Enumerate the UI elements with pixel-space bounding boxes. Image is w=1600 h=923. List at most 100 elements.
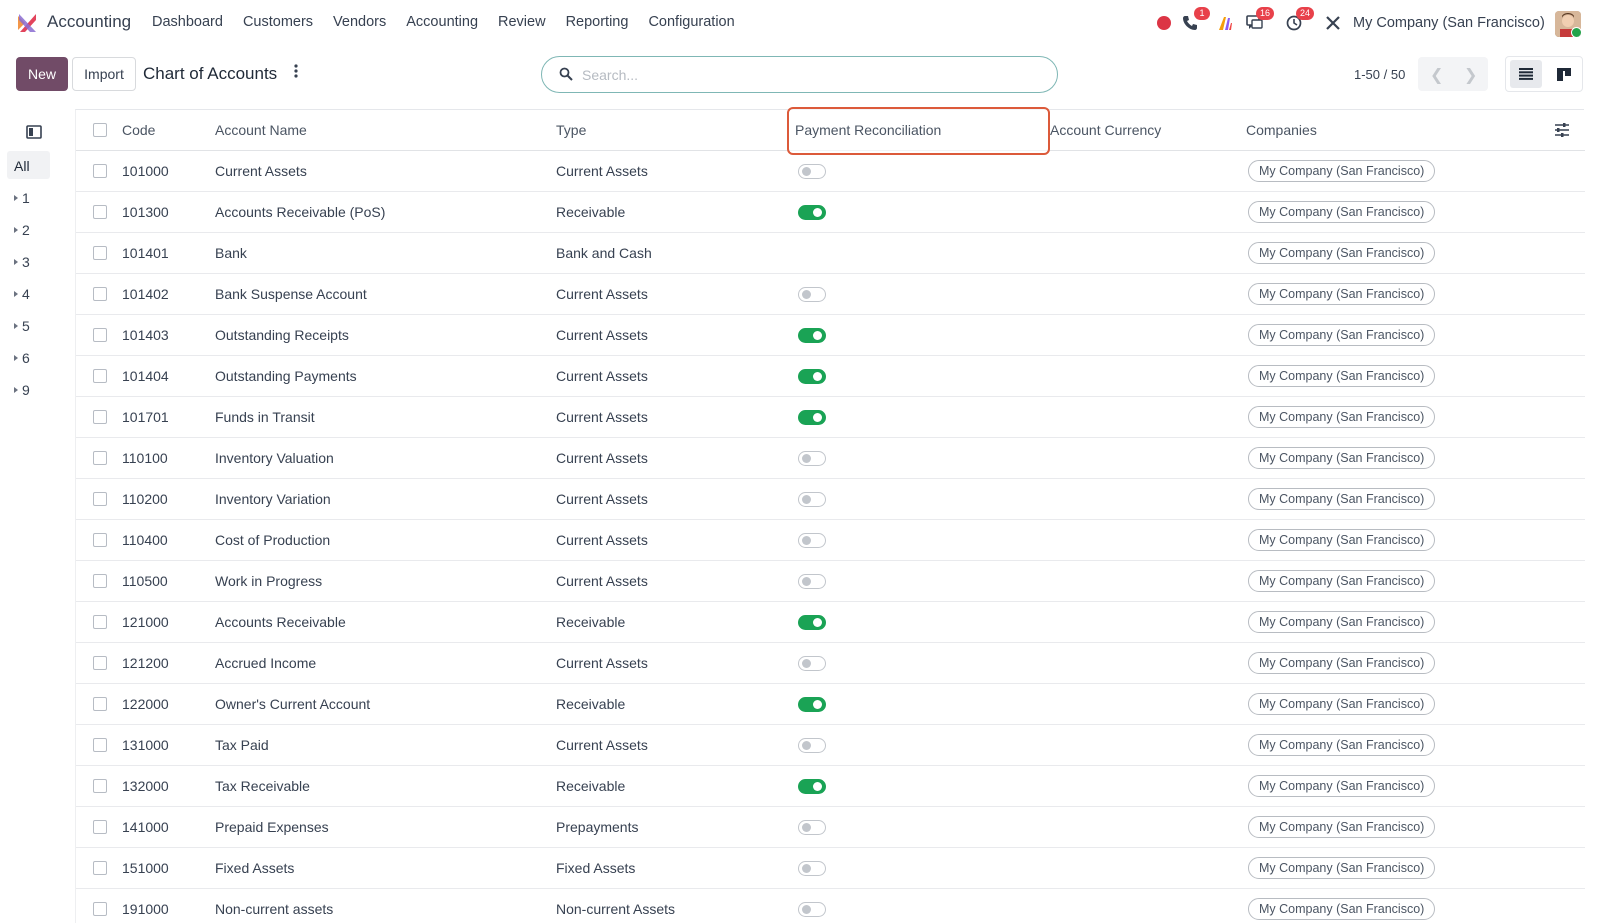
row-checkbox[interactable] xyxy=(93,533,107,547)
new-button[interactable]: New xyxy=(16,57,68,91)
company-switcher[interactable]: My Company (San Francisco) xyxy=(1353,15,1545,31)
reconcile-toggle[interactable] xyxy=(798,738,826,753)
row-checkbox[interactable] xyxy=(93,861,107,875)
pager-value[interactable]: 1-50 / 50 xyxy=(1354,67,1405,82)
table-row[interactable]: 151000 Fixed Assets Fixed Assets My Company… xyxy=(76,848,1585,889)
messages-icon[interactable]: 16 xyxy=(1244,7,1274,33)
reconcile-toggle[interactable] xyxy=(798,287,826,302)
side-panel-group[interactable]: 4 xyxy=(14,286,30,302)
side-panel-group[interactable]: 6 xyxy=(14,350,30,366)
reconcile-toggle[interactable] xyxy=(798,902,826,917)
reconcile-toggle[interactable] xyxy=(798,369,826,384)
phone-icon[interactable]: 1 xyxy=(1180,7,1210,33)
side-panel-all[interactable]: All xyxy=(7,151,50,179)
record-icon[interactable] xyxy=(1154,13,1174,33)
row-checkbox[interactable] xyxy=(93,902,107,916)
actions-menu-icon[interactable] xyxy=(294,64,298,83)
table-row[interactable]: 122000 Owner's Current Account Receivable M… xyxy=(76,684,1585,725)
table-row[interactable]: 131000 Tax Paid Current Assets My Company (… xyxy=(76,725,1585,766)
menu-dashboard[interactable]: Dashboard xyxy=(152,14,223,30)
row-checkbox[interactable] xyxy=(93,656,107,670)
column-header-payment-reconciliation[interactable]: Payment Reconciliation xyxy=(795,122,941,138)
table-row[interactable]: 110200 Inventory Variation Current Assets M… xyxy=(76,479,1585,520)
row-checkbox[interactable] xyxy=(93,779,107,793)
kanban-view-icon[interactable] xyxy=(1548,60,1580,88)
row-checkbox[interactable] xyxy=(93,287,107,301)
side-panel-group[interactable]: 9 xyxy=(14,382,30,398)
reconcile-toggle[interactable] xyxy=(798,205,826,220)
user-avatar[interactable] xyxy=(1555,11,1581,37)
cell-account-name: Accounts Receivable xyxy=(215,614,346,630)
reconcile-toggle[interactable] xyxy=(798,779,826,794)
side-panel-group[interactable]: 1 xyxy=(14,190,30,206)
reconcile-toggle[interactable] xyxy=(798,574,826,589)
reconcile-toggle[interactable] xyxy=(798,451,826,466)
row-checkbox[interactable] xyxy=(93,164,107,178)
menu-vendors[interactable]: Vendors xyxy=(333,14,386,30)
table-row[interactable]: 132000 Tax Receivable Receivable My Company… xyxy=(76,766,1585,807)
side-panel-group[interactable]: 2 xyxy=(14,222,30,238)
row-checkbox[interactable] xyxy=(93,738,107,752)
table-row[interactable]: 141000 Prepaid Expenses Prepayments My Comp… xyxy=(76,807,1585,848)
row-checkbox[interactable] xyxy=(93,369,107,383)
reconcile-toggle[interactable] xyxy=(798,410,826,425)
column-header-account-name[interactable]: Account Name xyxy=(215,122,307,138)
menu-customers[interactable]: Customers xyxy=(243,14,313,30)
reconcile-toggle[interactable] xyxy=(798,656,826,671)
import-button[interactable]: Import xyxy=(72,57,136,91)
reconcile-toggle[interactable] xyxy=(798,861,826,876)
table-row[interactable]: 101701 Funds in Transit Current Assets My C… xyxy=(76,397,1585,438)
column-header-code[interactable]: Code xyxy=(122,122,155,138)
side-panel-group[interactable]: 5 xyxy=(14,318,30,334)
pager-next-icon[interactable]: ❯ xyxy=(1464,65,1477,85)
row-checkbox[interactable] xyxy=(93,451,107,465)
table-row[interactable]: 101403 Outstanding Receipts Current Assets… xyxy=(76,315,1585,356)
reconcile-toggle[interactable] xyxy=(798,697,826,712)
reconcile-toggle[interactable] xyxy=(798,533,826,548)
menu-configuration[interactable]: Configuration xyxy=(648,14,734,30)
search-input[interactable] xyxy=(582,65,1022,85)
menu-reporting[interactable]: Reporting xyxy=(566,14,629,30)
table-row[interactable]: 121000 Accounts Receivable Receivable My Co… xyxy=(76,602,1585,643)
column-header-companies[interactable]: Companies xyxy=(1246,122,1317,138)
app-name[interactable]: Accounting xyxy=(47,12,131,32)
reconcile-toggle[interactable] xyxy=(798,615,826,630)
row-checkbox[interactable] xyxy=(93,492,107,506)
ai-icon[interactable] xyxy=(1215,13,1235,33)
row-checkbox[interactable] xyxy=(93,574,107,588)
reconcile-toggle[interactable] xyxy=(798,164,826,179)
table-row[interactable]: 110400 Cost of Production Current Assets My… xyxy=(76,520,1585,561)
side-panel-toggle-icon[interactable] xyxy=(26,125,42,139)
table-row[interactable]: 121200 Accrued Income Current Assets My Com… xyxy=(76,643,1585,684)
reconcile-toggle[interactable] xyxy=(798,328,826,343)
list-view-icon[interactable] xyxy=(1510,60,1542,88)
table-row[interactable]: 101000 Current Assets Current Assets My Com… xyxy=(76,151,1585,192)
row-checkbox[interactable] xyxy=(93,246,107,260)
menu-accounting[interactable]: Accounting xyxy=(406,14,478,30)
row-checkbox[interactable] xyxy=(93,410,107,424)
table-row[interactable]: 101402 Bank Suspense Account Current Asset… xyxy=(76,274,1585,315)
reconcile-toggle[interactable] xyxy=(798,492,826,507)
column-header-type[interactable]: Type xyxy=(556,122,586,138)
table-row[interactable]: 101300 Accounts Receivable (PoS) Receivabl… xyxy=(76,192,1585,233)
table-row[interactable]: 101401 Bank Bank and Cash My Company (San F… xyxy=(76,233,1585,274)
table-row[interactable]: 110100 Inventory Valuation Current Assets M… xyxy=(76,438,1585,479)
row-checkbox[interactable] xyxy=(93,205,107,219)
table-row[interactable]: 110500 Work in Progress Current Assets My C… xyxy=(76,561,1585,602)
activities-clock-icon[interactable]: 24 xyxy=(1284,7,1314,33)
row-checkbox[interactable] xyxy=(93,615,107,629)
side-panel-group[interactable]: 3 xyxy=(14,254,30,270)
reconcile-toggle[interactable] xyxy=(798,820,826,835)
table-row[interactable]: 101404 Outstanding Payments Current Assets… xyxy=(76,356,1585,397)
menu-review[interactable]: Review xyxy=(498,14,546,30)
tools-icon[interactable] xyxy=(1323,13,1343,33)
pager-previous-icon[interactable]: ❮ xyxy=(1430,65,1443,85)
select-all-checkbox[interactable] xyxy=(93,123,107,137)
column-header-account-currency[interactable]: Account Currency xyxy=(1050,122,1161,138)
accounting-app-icon[interactable] xyxy=(16,12,38,34)
row-checkbox[interactable] xyxy=(93,820,107,834)
row-checkbox[interactable] xyxy=(93,328,107,342)
table-row[interactable]: 191000 Non-current assets Non-current Asse… xyxy=(76,889,1585,923)
row-checkbox[interactable] xyxy=(93,697,107,711)
optional-columns-icon[interactable] xyxy=(1554,122,1570,138)
